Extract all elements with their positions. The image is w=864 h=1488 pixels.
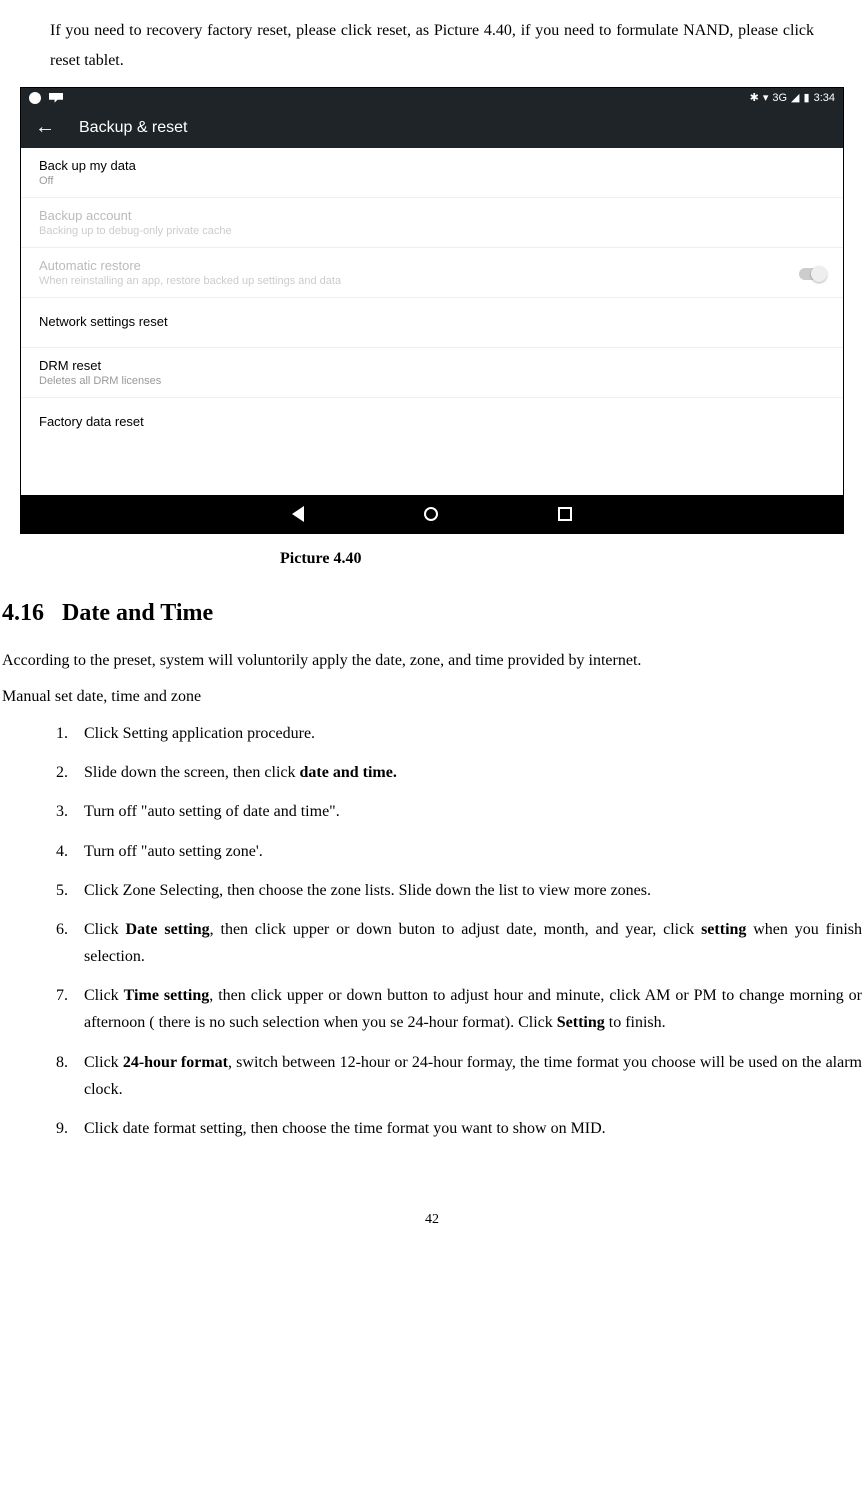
list-item: 9. Click date format setting, then choos… — [0, 1115, 862, 1142]
android-nav-bar — [21, 495, 843, 533]
setting-subtitle: Off — [39, 175, 825, 187]
list-number: 7. — [0, 982, 84, 1036]
list-item: 7. Click Time setting, then click upper … — [0, 982, 862, 1036]
list-number: 4. — [0, 838, 84, 865]
section-title: Date and Time — [62, 600, 213, 626]
setting-drm-reset[interactable]: DRM reset Deletes all DRM licenses — [21, 348, 843, 398]
list-text: Turn off "auto setting of date and time"… — [84, 798, 862, 825]
back-arrow-icon[interactable]: ← — [35, 116, 55, 139]
list-text: Click 24-hour format, switch between 12-… — [84, 1049, 862, 1103]
list-item: 5. Click Zone Selecting, then choose the… — [0, 877, 862, 904]
steps-list: 1. Click Setting application procedure. … — [0, 720, 862, 1142]
setting-auto-restore: Automatic restore When reinstalling an a… — [21, 248, 843, 298]
blank-area — [21, 447, 843, 495]
message-icon — [49, 93, 63, 103]
setting-subtitle: When reinstalling an app, restore backed… — [39, 275, 825, 287]
list-item: 8. Click 24-hour format, switch between … — [0, 1049, 862, 1103]
header-title: Backup & reset — [79, 119, 188, 137]
app-header: ← Backup & reset — [21, 108, 843, 148]
list-number: 3. — [0, 798, 84, 825]
list-text: Click date format setting, then choose t… — [84, 1115, 862, 1142]
page-number: 42 — [0, 1212, 864, 1228]
list-item: 6. Click Date setting, then click upper … — [0, 916, 862, 970]
setting-subtitle: Deletes all DRM licenses — [39, 375, 825, 387]
list-item: 2. Slide down the screen, then click dat… — [0, 759, 862, 786]
setting-title: DRM reset — [39, 358, 825, 373]
figure-caption: Picture 4.40 — [0, 550, 864, 568]
list-number: 9. — [0, 1115, 84, 1142]
bluetooth-icon: ✱ — [750, 91, 759, 104]
wifi-icon: ▾ — [763, 91, 769, 104]
setting-title: Automatic restore — [39, 258, 825, 273]
setting-factory-reset[interactable]: Factory data reset — [21, 398, 843, 447]
nav-home-icon[interactable] — [424, 507, 438, 521]
sub-heading: Manual set date, time and zone — [2, 688, 862, 706]
list-number: 1. — [0, 720, 84, 747]
setting-backup-data[interactable]: Back up my data Off — [21, 148, 843, 198]
list-text: Click Setting application procedure. — [84, 720, 862, 747]
toggle-switch[interactable] — [799, 268, 825, 280]
list-number: 6. — [0, 916, 84, 970]
list-item: 1. Click Setting application procedure. — [0, 720, 862, 747]
status-dot-icon — [29, 92, 41, 104]
android-status-bar: ✱ ▾ 3G ◢ ▮ 3:34 — [21, 88, 843, 108]
list-item: 3. Turn off "auto setting of date and ti… — [0, 798, 862, 825]
body-paragraph: According to the preset, system will vol… — [2, 647, 862, 674]
setting-network-reset[interactable]: Network settings reset — [21, 298, 843, 348]
clock-text: 3:34 — [814, 92, 835, 104]
setting-title: Factory data reset — [39, 414, 825, 429]
setting-title: Backup account — [39, 208, 825, 223]
list-text: Click Date setting, then click upper or … — [84, 916, 862, 970]
setting-subtitle: Backing up to debug-only private cache — [39, 225, 825, 237]
setting-title: Network settings reset — [39, 314, 825, 329]
list-text: Slide down the screen, then click date a… — [84, 759, 862, 786]
list-number: 5. — [0, 877, 84, 904]
list-item: 4. Turn off "auto setting zone'. — [0, 838, 862, 865]
nav-recent-icon[interactable] — [558, 507, 572, 521]
list-text: Turn off "auto setting zone'. — [84, 838, 862, 865]
signal-bars-icon: ◢ — [791, 91, 799, 104]
list-text: Click Time setting, then click upper or … — [84, 982, 862, 1036]
screenshot-figure: ✱ ▾ 3G ◢ ▮ 3:34 ← Backup & reset Back up… — [20, 87, 844, 534]
settings-list: Back up my data Off Backup account Backi… — [21, 148, 843, 495]
list-text: Click Zone Selecting, then choose the zo… — [84, 877, 862, 904]
list-number: 8. — [0, 1049, 84, 1103]
intro-paragraph: If you need to recovery factory reset, p… — [50, 16, 814, 77]
list-number: 2. — [0, 759, 84, 786]
setting-title: Back up my data — [39, 158, 825, 173]
nav-back-icon[interactable] — [292, 506, 304, 522]
signal-text: 3G — [772, 92, 787, 104]
section-heading: 4.16 Date and Time — [2, 600, 862, 627]
section-number: 4.16 — [2, 600, 44, 626]
setting-backup-account: Backup account Backing up to debug-only … — [21, 198, 843, 248]
battery-icon: ▮ — [804, 91, 810, 104]
